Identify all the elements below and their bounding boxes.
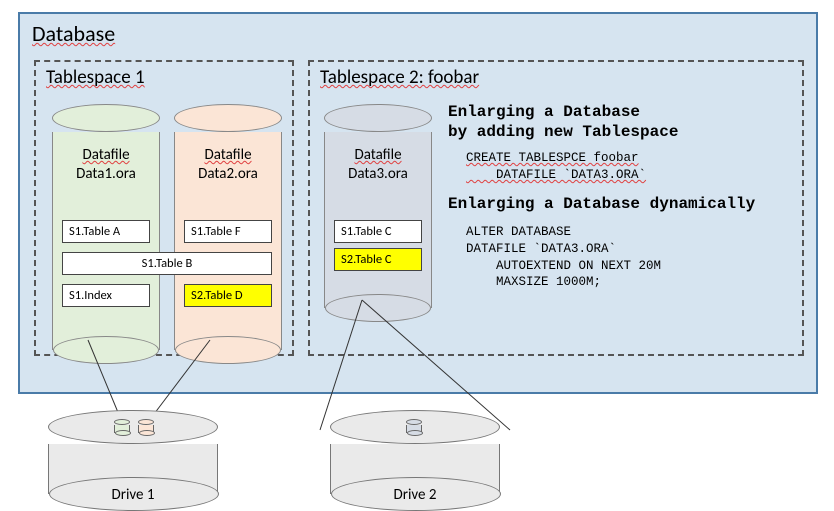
- table-s1-c: S1.Table C: [334, 220, 422, 243]
- drive-1: Drive 1: [48, 410, 218, 494]
- table-s2-c: S2.Table C: [334, 248, 422, 271]
- drive-1-label: Drive 1: [48, 486, 218, 504]
- datafile-3-label: Datafile Data3.ora: [325, 132, 431, 184]
- table-s1-a: S1.Table A: [62, 220, 150, 243]
- tablespace-2-title: Tablespace 2: foobar: [310, 62, 802, 91]
- datafile-1-label: Datafile Data1.ora: [53, 132, 159, 184]
- drive-1-df2-icon: [138, 419, 154, 433]
- table-s1-b: S1.Table B: [62, 252, 272, 275]
- code-alter-database: ALTER DATABASE DATAFILE `DATA3.ORA` AUTO…: [466, 224, 794, 292]
- tablespace-1-title: Tablespace 1: [36, 62, 292, 91]
- drive-2-label: Drive 2: [330, 486, 500, 504]
- heading-enlarge-tablespace: Enlarging a Database by adding new Table…: [448, 102, 794, 142]
- tablespace-2: Tablespace 2: foobar Datafile Data3.ora …: [308, 60, 804, 356]
- table-s1-index: S1.Index: [62, 284, 150, 307]
- drive-2-df3-icon: [406, 419, 422, 433]
- datafile-3: Datafile Data3.ora: [324, 104, 432, 308]
- database-title: Database: [20, 14, 816, 51]
- datafile-2-label: Datafile Data2.ora: [175, 132, 281, 184]
- table-s2-d: S2.Table D: [184, 284, 272, 307]
- tablespace-1: Tablespace 1 Datafile Data1.ora Datafile…: [34, 60, 294, 356]
- code-create-tablespace: CREATE TABLESPCE foobar DATAFILE `DATA3.…: [466, 150, 794, 184]
- database-container: Database Tablespace 1 Datafile Data1.ora…: [18, 12, 818, 394]
- table-s1-f: S1.Table F: [184, 220, 272, 243]
- heading-enlarge-dynamic: Enlarging a Database dynamically: [448, 194, 794, 214]
- drive-1-df1-icon: [114, 419, 130, 433]
